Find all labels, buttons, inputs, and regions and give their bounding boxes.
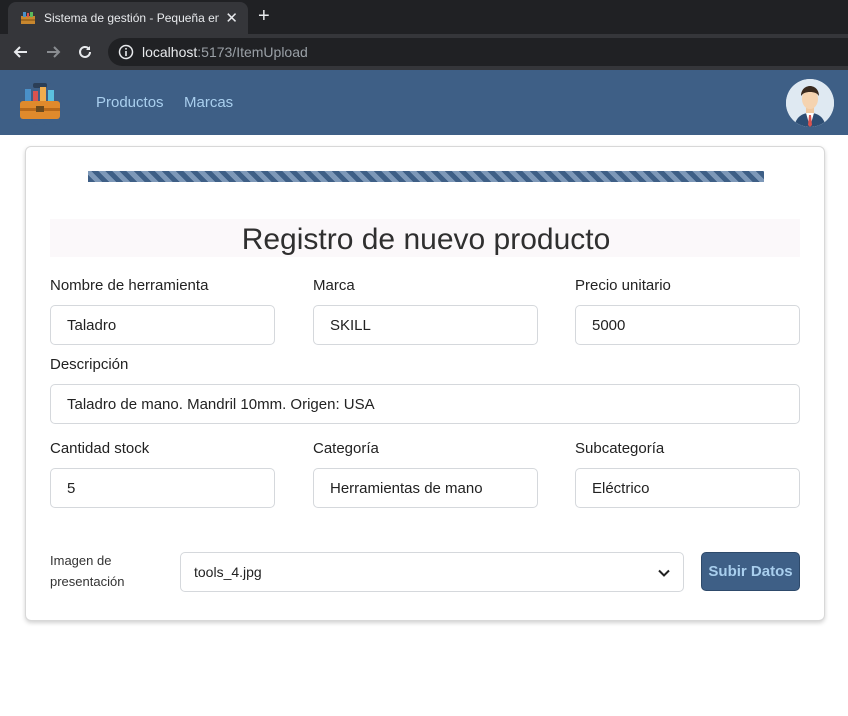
imagen-select[interactable]: tools_4.jpg xyxy=(180,552,684,592)
app-navbar: Productos Marcas xyxy=(0,70,848,135)
nav-link-productos[interactable]: Productos xyxy=(96,94,164,111)
descripcion-label: Descripción xyxy=(50,356,129,373)
chevron-down-icon xyxy=(657,566,671,580)
categoria-value: Herramientas de mano xyxy=(330,479,483,497)
new-tab-icon[interactable]: + xyxy=(258,6,270,26)
browser-toolbar: localhost:5173/ItemUpload xyxy=(0,34,848,70)
subcategoria-value: Eléctrico xyxy=(592,479,650,497)
nombre-input[interactable]: Taladro xyxy=(50,305,275,345)
browser-tab-bar: Sistema de gestión - Pequeña em ✕ + xyxy=(0,0,848,34)
stock-input[interactable]: 5 xyxy=(50,468,275,508)
categoria-label: Categoría xyxy=(313,440,379,457)
nombre-value: Taladro xyxy=(67,316,117,334)
forward-arrow-icon[interactable] xyxy=(42,41,64,63)
close-icon[interactable]: ✕ xyxy=(225,11,238,26)
back-arrow-icon[interactable] xyxy=(10,41,32,63)
precio-value: 5000 xyxy=(592,316,626,334)
subcategoria-input[interactable]: Eléctrico xyxy=(575,468,800,508)
stock-value: 5 xyxy=(67,479,76,497)
imagen-select-value: tools_4.jpg xyxy=(194,564,262,580)
toolbox-favicon-icon xyxy=(20,10,36,26)
imagen-label-line1: Imagen de xyxy=(50,553,112,568)
precio-label: Precio unitario xyxy=(575,277,671,294)
progress-bar xyxy=(88,171,764,182)
avatar[interactable] xyxy=(786,79,834,127)
url-path: :5173/ItemUpload xyxy=(197,44,308,60)
toolbox-logo-icon[interactable] xyxy=(18,81,62,125)
precio-input[interactable]: 5000 xyxy=(575,305,800,345)
url-host: localhost xyxy=(142,44,198,60)
marca-input[interactable]: SKILL xyxy=(313,305,538,345)
info-icon[interactable] xyxy=(118,44,134,60)
descripcion-input[interactable]: Taladro de mano. Mandril 10mm. Origen: U… xyxy=(50,384,800,424)
nombre-label: Nombre de herramienta xyxy=(50,277,209,294)
marca-value: SKILL xyxy=(330,316,371,334)
nav-link-marcas[interactable]: Marcas xyxy=(184,94,233,111)
product-form-card: Registro de nuevo producto Nombre de her… xyxy=(25,146,825,621)
page-title: Registro de nuevo producto xyxy=(241,223,611,256)
stock-label: Cantidad stock xyxy=(50,440,150,457)
address-bar[interactable]: localhost:5173/ItemUpload xyxy=(108,38,848,66)
marca-label: Marca xyxy=(313,277,355,294)
imagen-label: Imagen de presentación xyxy=(50,550,150,592)
subcategoria-label: Subcategoría xyxy=(575,440,665,457)
categoria-input[interactable]: Herramientas de mano xyxy=(313,468,538,508)
tab-title: Sistema de gestión - Pequeña em xyxy=(44,11,220,25)
reload-icon[interactable] xyxy=(74,41,96,63)
imagen-label-line2: presentación xyxy=(50,574,125,589)
browser-tab[interactable]: Sistema de gestión - Pequeña em ✕ xyxy=(8,2,248,34)
descripcion-value: Taladro de mano. Mandril 10mm. Origen: U… xyxy=(67,395,375,413)
submit-button[interactable]: Subir Datos xyxy=(701,552,800,591)
